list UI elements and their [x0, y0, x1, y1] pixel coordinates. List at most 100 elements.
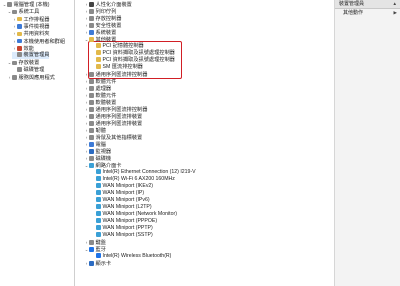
actions-header-label: 裝置管理員 [339, 1, 365, 7]
tree-item[interactable]: PCI 資料擷取及訊號處理控制器 [91, 57, 175, 64]
tree-item[interactable]: › 鍵盤 [84, 239, 106, 246]
tree-item[interactable]: › 軟體裝置 [84, 99, 117, 106]
tree-item[interactable]: › 軟體元件 [84, 92, 117, 99]
disk-icon [17, 67, 22, 72]
tree-item-label: PCI 記憶體控制器 [102, 43, 144, 49]
software-component-icon [89, 79, 94, 84]
tree-item[interactable]: › 人性化介面裝置 [84, 1, 132, 8]
tree-item[interactable]: › 電腦 [84, 141, 106, 148]
usb-icon [89, 107, 94, 112]
tree-item-label: 系統工具 [18, 9, 40, 16]
tree-item[interactable]: › 通用序列匯流排裝置 [84, 120, 142, 127]
mouse-icon [89, 135, 94, 140]
processor-icon [89, 86, 94, 91]
tree-item-label: WAN Miniport (L2TP) [102, 204, 152, 210]
network-adapter-icon [96, 183, 101, 188]
tree-item[interactable]: › 安全性裝置 [84, 22, 122, 29]
software-device-icon [89, 100, 94, 105]
tree-item[interactable]: ⌄ 存放裝置 [7, 59, 40, 66]
tree-item[interactable]: SM 匯流排控制器 [91, 64, 143, 71]
tree-item[interactable]: › 本機使用者和群組 [12, 38, 65, 45]
tree-item-label: WAN Miniport (IPv6) [102, 197, 150, 203]
usb-device-icon [89, 114, 94, 119]
tree-item[interactable]: WAN Miniport (L2TP) [91, 204, 152, 211]
tree-item[interactable]: › 列印佇列 [84, 8, 117, 15]
tree-item[interactable]: ⌄ 其他裝置 [84, 36, 117, 43]
tree-item[interactable]: › 通用序列匯流排控制器 [84, 71, 148, 78]
tree-item[interactable]: PCI 資料擷取及訊號處理控制器 [91, 50, 175, 57]
tree-item[interactable]: Intel(R) Wi-Fi 6 AX200 160MHz [91, 176, 175, 183]
tree-item-label: WAN Miniport (PPPOE) [102, 218, 158, 224]
tree-item[interactable]: Intel(R) Wireless Bluetooth(R) [91, 253, 171, 260]
tree-item[interactable]: › 滑鼠及其他指標裝置 [84, 134, 142, 141]
tree-item-label: 事件檢視器 [23, 23, 50, 30]
tree-item[interactable]: › 軟體元件 [84, 78, 117, 85]
tree-item-label: 效能 [23, 45, 34, 52]
tree-item[interactable]: ⌄ 系統工具 [7, 8, 40, 16]
network-adapter-icon [96, 211, 101, 216]
event-viewer-icon [17, 24, 22, 29]
tree-item-label: SM 匯流排控制器 [102, 64, 143, 70]
actions-header[interactable]: 裝置管理員 ▲ [335, 0, 400, 9]
tree-item[interactable]: ⌄ 藍牙 [84, 246, 106, 253]
navigation-tree-pane: ⌄ 電腦管理 (本機) ⌄ 系統工具 › 工作排程器 › 事件檢視器 › 共用資料夾 › 本機使用者和… [0, 0, 75, 286]
tree-item[interactable]: WAN Miniport (IP) [91, 190, 144, 197]
tree-item[interactable]: › 處理器 [84, 85, 111, 92]
warning-device-icon [96, 43, 101, 48]
tree-item-label: WAN Miniport (PPTP) [102, 225, 153, 231]
monitor-icon [89, 149, 94, 154]
tree-item[interactable]: WAN Miniport (SSTP) [91, 232, 153, 239]
tree-item-label: 磁碟管理 [23, 66, 45, 73]
bluetooth-icon [89, 247, 94, 252]
tree-item-label: 共用資料夾 [23, 31, 50, 38]
tree-item-label: PCI 資料擷取及訊號處理控制器 [102, 50, 175, 56]
tree-item[interactable]: WAN Miniport (IKEv2) [91, 183, 153, 190]
tree-item-label: 服務與應用程式 [18, 75, 55, 81]
tree-item[interactable]: › 通用序列匯流排裝置 [84, 113, 142, 120]
tree-item[interactable]: WAN Miniport (IPv6) [91, 197, 150, 204]
more-actions-item[interactable]: 其他動作 ▶ [335, 9, 400, 17]
tree-item[interactable]: › 工作排程器 [12, 16, 50, 23]
tree-item[interactable]: › 事件檢視器 [12, 23, 50, 30]
tree-item-label: Intel(R) Wireless Bluetooth(R) [102, 253, 172, 259]
usb-device-icon [89, 121, 94, 126]
users-icon [17, 38, 22, 44]
tree-item[interactable]: WAN Miniport (PPPOE) [91, 218, 157, 225]
collapse-up-icon[interactable]: ▲ [393, 0, 397, 8]
tree-item[interactable]: ⌄ 網路介面卡 [84, 162, 122, 169]
tree-item[interactable]: › 效能 [12, 45, 34, 52]
tree-item[interactable]: 裝置管理員 [12, 52, 50, 60]
tree-item[interactable]: WAN Miniport (Network Monitor) [91, 211, 177, 218]
performance-icon [17, 46, 22, 51]
tree-item[interactable]: › 系統裝置 [84, 29, 117, 36]
tree-item[interactable]: › 共用資料夾 [12, 30, 50, 38]
tree-item[interactable]: › 監視器 [84, 148, 111, 155]
network-adapter-icon [96, 197, 101, 202]
tree-item[interactable]: WAN Miniport (PPTP) [91, 225, 153, 232]
warning-device-icon [96, 64, 101, 69]
tree-item-label: WAN Miniport (Network Monitor) [102, 211, 177, 217]
tree-item[interactable]: › 顯示卡 [84, 260, 111, 267]
network-adapter-icon [96, 218, 101, 223]
tree-item[interactable]: › 通用序列匯流排控制器 [84, 106, 148, 113]
tree-item-label: WAN Miniport (IP) [102, 190, 145, 196]
tree-item[interactable]: › 磁碟機 [84, 155, 111, 162]
tree-item[interactable]: PCI 記憶體控制器 [91, 43, 144, 50]
task-scheduler-icon [17, 16, 22, 22]
network-adapter-icon [96, 176, 101, 181]
chevron-right-icon: ▶ [393, 10, 397, 15]
tree-item[interactable]: 磁碟管理 [12, 67, 44, 74]
print-queue-icon [89, 9, 94, 14]
tree-item[interactable]: ⌄ 電腦管理 (本機) [2, 1, 50, 8]
warning-device-icon [96, 50, 101, 55]
tree-item[interactable]: › 服務與應用程式 [7, 74, 55, 81]
network-adapter-icon [96, 232, 101, 237]
software-component-icon [89, 93, 94, 98]
tree-item[interactable]: › 存放控制器 [84, 15, 122, 22]
tree-item-label: 本機使用者和群組 [23, 38, 66, 45]
tree-item[interactable]: Intel(R) Ethernet Connection (12) I219-V [91, 169, 196, 176]
other-devices-icon [89, 37, 94, 42]
network-adapter-icon [96, 169, 101, 174]
bluetooth-icon [96, 253, 101, 258]
tree-item[interactable]: › 韌體 [84, 127, 106, 134]
